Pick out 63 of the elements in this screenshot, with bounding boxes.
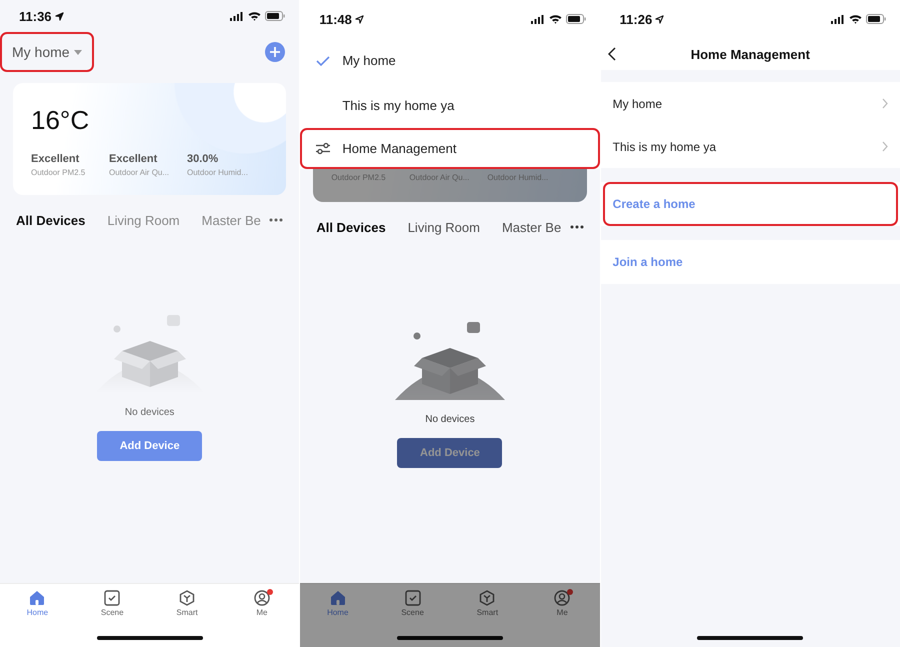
home-row[interactable]: My home xyxy=(600,82,900,125)
house-icon xyxy=(29,590,46,606)
stat-label: Outdoor Air Qu... xyxy=(109,168,170,177)
room-tab[interactable]: Master Be xyxy=(202,212,261,228)
tab-bar-item[interactable]: Scene xyxy=(375,590,450,622)
hexagon-icon xyxy=(479,590,496,606)
room-tab[interactable]: Living Room xyxy=(408,220,480,234)
chevron-icon xyxy=(882,98,888,109)
add-icon[interactable] xyxy=(265,42,286,62)
stat-value: Excellent xyxy=(31,153,80,165)
status-time: 11:26 xyxy=(620,12,652,26)
signal-icon xyxy=(530,14,545,24)
stat-value: Excellent xyxy=(109,153,158,165)
checkbox-icon xyxy=(404,590,421,606)
wifi-icon xyxy=(848,14,862,24)
add-device-button[interactable]: Add Device xyxy=(97,431,202,461)
caret-icon xyxy=(74,50,82,54)
house-icon xyxy=(330,590,346,606)
tab-bar-item[interactable]: Smart xyxy=(150,590,224,622)
stat-label: Outdoor PM2.5 xyxy=(331,173,387,182)
signal-icon xyxy=(830,14,845,24)
profile-icon xyxy=(554,590,570,606)
hexagon-icon xyxy=(179,590,196,606)
wifi-icon xyxy=(248,11,262,21)
tab-bar-item[interactable]: Me xyxy=(224,590,300,622)
more-icon[interactable] xyxy=(269,218,284,222)
tab-bar-item[interactable]: Home xyxy=(0,590,75,622)
signal-icon xyxy=(230,12,244,20)
chevron-icon xyxy=(882,141,888,152)
sliders-icon xyxy=(315,142,332,155)
empty-message: No devices xyxy=(425,414,475,425)
action-link[interactable]: Create a home xyxy=(612,197,696,211)
battery-icon xyxy=(566,14,586,24)
back-icon[interactable] xyxy=(608,47,616,61)
page-title: Home Management xyxy=(690,46,810,62)
action-link[interactable]: Join a home xyxy=(612,255,683,269)
profile-icon xyxy=(254,590,270,606)
tab-bar-item[interactable]: Scene xyxy=(74,590,150,622)
stat-label: Outdoor Air Qu... xyxy=(409,173,470,182)
home-selector[interactable]: My home xyxy=(2,34,92,70)
home-row[interactable]: This is my home ya xyxy=(600,125,900,168)
stat-label: Outdoor Humid... xyxy=(187,168,249,177)
menu-item[interactable]: This is my home ya xyxy=(302,85,598,126)
stat-label: Outdoor Humid... xyxy=(487,173,550,182)
room-tab[interactable]: All Devices xyxy=(316,220,386,234)
battery-icon xyxy=(866,14,886,24)
menu-item[interactable]: My home xyxy=(302,40,598,81)
more-icon[interactable] xyxy=(570,225,584,229)
room-tab[interactable]: All Devices xyxy=(16,212,86,228)
tab-bar-item[interactable]: Smart xyxy=(450,590,525,622)
menu-item[interactable]: Home Management xyxy=(302,130,598,167)
status-time: 11:36 xyxy=(19,8,52,24)
checkbox-icon xyxy=(104,590,120,606)
stat-value: 30.0% xyxy=(187,153,220,165)
wifi-icon xyxy=(548,14,562,24)
tab-bar-item[interactable]: Me xyxy=(524,590,600,622)
room-tab[interactable]: Master Be xyxy=(502,220,562,234)
status-time: 11:48 xyxy=(319,12,352,26)
empty-message: No devices xyxy=(124,407,174,418)
stat-label: Outdoor PM2.5 xyxy=(31,168,86,177)
battery-icon xyxy=(265,11,286,21)
temperature: 16°C xyxy=(31,105,90,137)
room-tab[interactable]: Living Room xyxy=(107,212,180,228)
